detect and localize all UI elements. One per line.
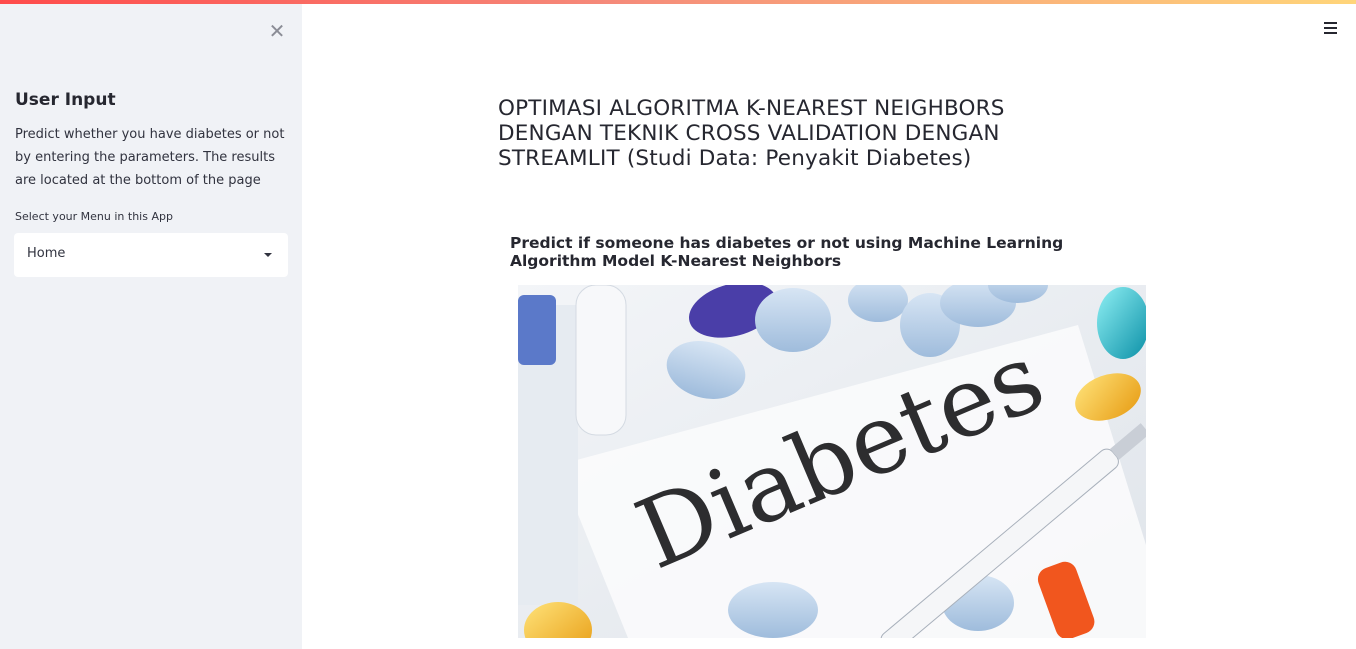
menu-select[interactable]: Home [14, 233, 288, 277]
menu-select-label: Select your Menu in this App [15, 210, 173, 223]
close-icon: ✕ [268, 19, 286, 43]
chevron-down-icon [264, 253, 272, 257]
sidebar: ✕ User Input Predict whether you have di… [0, 4, 302, 649]
page-title: OPTIMASI ALGORITMA K-NEAREST NEIGHBORS D… [498, 96, 1005, 171]
hamburger-menu-icon [1324, 22, 1340, 34]
close-sidebar-button[interactable]: ✕ [266, 20, 288, 42]
main-menu-button[interactable] [1324, 22, 1340, 38]
sidebar-title: User Input [15, 90, 116, 110]
diabetes-hero-image: Diabetes [518, 285, 1146, 638]
menu-select-value: Home [27, 246, 66, 261]
page-subheading: Predict if someone has diabetes or not u… [510, 234, 1064, 270]
sidebar-description: Predict whether you have diabetes or not… [15, 127, 285, 188]
